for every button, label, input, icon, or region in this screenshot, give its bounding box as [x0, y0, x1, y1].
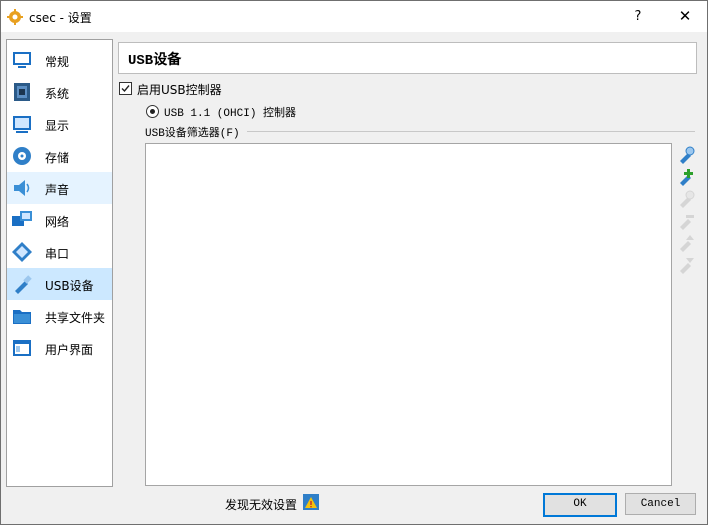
add-empty-filter-icon[interactable]	[677, 146, 695, 164]
sidebar-item-display[interactable]: 显示	[7, 108, 112, 140]
user-interface-icon	[13, 340, 31, 356]
system-icon	[14, 83, 30, 101]
checkmark-icon	[121, 85, 130, 93]
edit-filter-icon[interactable]	[677, 190, 695, 208]
help-button[interactable]: ?	[621, 1, 655, 32]
general-icon	[13, 52, 31, 68]
storage-icon	[13, 147, 31, 165]
close-button[interactable]: ✕	[665, 1, 705, 32]
display-icon	[13, 116, 31, 133]
usb-filters-label: USB设备筛选器(F)	[145, 128, 240, 140]
sidebar-item-network[interactable]: 网络	[7, 204, 112, 236]
usb-controller-label[interactable]: USB 1.1 (OHCI) 控制器	[164, 104, 296, 120]
cancel-button[interactable]: Cancel	[625, 493, 696, 515]
usb-controller-radio[interactable]	[146, 105, 159, 118]
network-icon	[12, 211, 32, 226]
sidebar-item-usb[interactable]: USB设备	[7, 268, 112, 300]
sidebar-item-shared-folders[interactable]: 共享文件夹	[7, 300, 112, 332]
remove-filter-icon[interactable]	[677, 212, 695, 230]
usb-filter-list[interactable]	[145, 143, 672, 486]
warning-icon[interactable]	[303, 494, 319, 510]
sidebar-item-system[interactable]: 系统	[7, 76, 112, 108]
settings-dialog: csec - 设置 ? ✕ 常规 系统 显示 存储 声音 网络 串口 USB设备…	[0, 0, 708, 525]
sidebar-item-general[interactable]: 常规	[7, 44, 112, 76]
move-filter-up-icon[interactable]	[677, 234, 695, 252]
sidebar-item-serial-ports[interactable]: 串口	[7, 236, 112, 268]
settings-sidebar: 常规 系统 显示 存储 声音 网络 串口 USB设备 共享文件夹 用户界面	[6, 39, 113, 487]
sidebar-item-user-interface[interactable]: 用户界面	[7, 332, 112, 364]
sidebar-item-storage[interactable]: 存储	[7, 140, 112, 172]
virtualbox-gear-icon	[7, 9, 23, 25]
add-filter-from-device-icon[interactable]	[677, 168, 695, 186]
invalid-settings-label: 发现无效设置	[225, 498, 298, 512]
page-title: USB设备	[128, 53, 182, 69]
radio-selected-dot	[150, 109, 155, 114]
serial-icon	[12, 242, 32, 262]
enable-usb-checkbox[interactable]	[119, 82, 132, 95]
sidebar-item-audio[interactable]: 声音	[7, 172, 112, 204]
ok-button[interactable]: OK	[543, 493, 617, 517]
shared-folder-icon	[13, 310, 31, 324]
enable-usb-label[interactable]: 启用USB控制器	[137, 81, 222, 98]
move-filter-down-icon[interactable]	[677, 256, 695, 274]
page-header: USB设备	[118, 42, 697, 74]
section-divider	[247, 131, 695, 132]
audio-icon	[14, 180, 30, 196]
title-bar: csec - 设置 ? ✕	[1, 1, 707, 32]
window-title: csec - 设置	[29, 11, 92, 25]
usb-icon	[15, 275, 32, 294]
